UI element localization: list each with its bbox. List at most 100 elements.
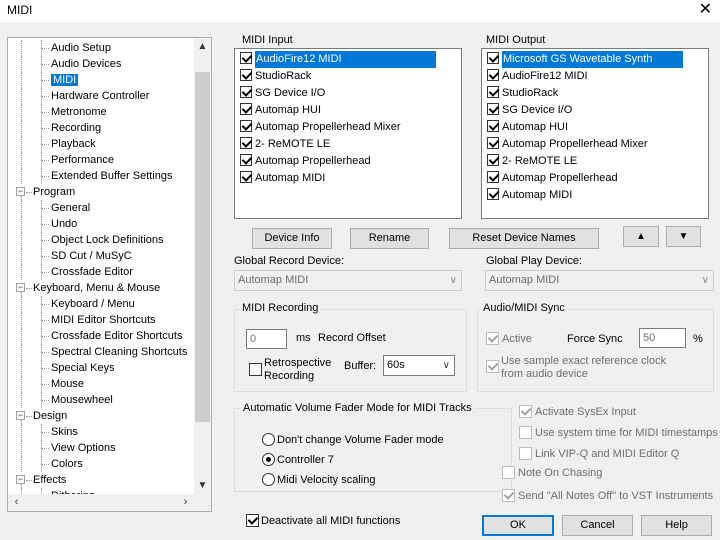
device-info-button[interactable]: Device Info — [252, 228, 332, 249]
move-down-button[interactable]: ▼ — [666, 226, 701, 247]
scroll-thumb[interactable] — [195, 72, 210, 422]
item-checkbox[interactable] — [487, 86, 499, 99]
midi-input-item[interactable]: Automap Propellerhead Mixer — [240, 119, 401, 136]
midi-input-item[interactable]: Automap HUI — [240, 102, 321, 119]
help-button[interactable]: Help — [641, 515, 712, 536]
tree-item[interactable]: Design — [33, 408, 67, 424]
fader-option-controller7-radio[interactable] — [262, 453, 275, 466]
tree-item[interactable]: Effects — [33, 472, 66, 488]
fader-option-no-change-radio[interactable] — [262, 433, 275, 446]
settings-tree[interactable]: Audio Setup Audio Devices MIDI Hardware Con… — [7, 37, 212, 512]
midi-output-item[interactable]: Automap Propellerhead Mixer — [487, 136, 648, 153]
tree-item[interactable]: Colors — [51, 456, 83, 472]
midi-input-item[interactable]: 2- ReMOTE LE — [240, 136, 330, 153]
active-checkbox[interactable] — [486, 332, 499, 345]
midi-output-list[interactable]: Microsoft GS Wavetable Synth AudioFire12 … — [481, 48, 709, 219]
cancel-button[interactable]: Cancel — [562, 515, 633, 536]
tree-item[interactable]: MIDI — [51, 72, 79, 88]
move-up-button[interactable]: ▲ — [623, 226, 659, 247]
record-offset-input[interactable]: 0 — [246, 329, 287, 349]
item-checkbox[interactable] — [240, 52, 252, 65]
tree-item[interactable]: Mousewheel — [51, 392, 113, 408]
midi-input-item[interactable]: Automap MIDI — [240, 170, 325, 187]
tree-item[interactable]: Audio Devices — [51, 56, 121, 72]
item-checkbox[interactable] — [487, 120, 499, 133]
tree-item[interactable]: Program — [33, 184, 75, 200]
reset-device-names-button[interactable]: Reset Device Names — [449, 228, 599, 249]
link-vip-checkbox[interactable] — [519, 447, 532, 460]
rename-button[interactable]: Rename — [350, 228, 429, 249]
tree-item[interactable]: Mouse — [51, 376, 84, 392]
scroll-up-icon[interactable]: ▲ — [194, 38, 211, 55]
midi-output-item[interactable]: SG Device I/O — [487, 102, 572, 119]
fader-option-velocity-radio[interactable] — [262, 473, 275, 486]
all-notes-off-checkbox[interactable] — [502, 489, 515, 502]
item-checkbox[interactable] — [240, 154, 252, 167]
tree-item[interactable]: Keyboard / Menu — [51, 296, 135, 312]
scroll-right-icon[interactable]: › — [177, 494, 194, 511]
tree-item[interactable]: Crossfade Editor Shortcuts — [51, 328, 182, 344]
tree-item[interactable]: Audio Setup — [51, 40, 111, 56]
collapse-icon[interactable]: − — [16, 187, 25, 196]
tree-item[interactable]: Performance — [51, 152, 114, 168]
item-checkbox[interactable] — [487, 69, 499, 82]
tree-item[interactable]: Extended Buffer Settings — [51, 168, 173, 184]
tree-item[interactable]: Undo — [51, 216, 77, 232]
midi-input-item[interactable]: AudioFire12 MIDI — [240, 51, 436, 68]
tree-horizontal-scrollbar[interactable]: ‹ › — [8, 494, 194, 511]
retrospective-recording-checkbox[interactable] — [249, 363, 262, 376]
item-checkbox[interactable] — [240, 171, 252, 184]
item-checkbox[interactable] — [487, 188, 499, 201]
midi-input-item[interactable]: StudioRack — [240, 68, 311, 85]
midi-output-item[interactable]: StudioRack — [487, 85, 558, 102]
buffer-select[interactable]: 60s ∨ — [383, 355, 455, 376]
system-time-checkbox[interactable] — [519, 426, 532, 439]
tree-vertical-scrollbar[interactable]: ▲ ▼ — [194, 38, 211, 494]
global-record-select[interactable]: Automap MIDI ∨ — [234, 270, 462, 291]
item-checkbox[interactable] — [240, 137, 252, 150]
scroll-left-icon[interactable]: ‹ — [8, 494, 25, 511]
tree-item[interactable]: Playback — [51, 136, 96, 152]
sysex-checkbox[interactable] — [519, 405, 532, 418]
tree-item[interactable]: Spectral Cleaning Shortcuts — [51, 344, 187, 360]
item-checkbox[interactable] — [487, 52, 499, 65]
item-checkbox[interactable] — [487, 154, 499, 167]
midi-input-item[interactable]: SG Device I/O — [240, 85, 325, 102]
midi-input-list[interactable]: AudioFire12 MIDI StudioRack SG Device I/O A… — [234, 48, 462, 219]
midi-output-item[interactable]: 2- ReMOTE LE — [487, 153, 577, 170]
item-checkbox[interactable] — [240, 120, 252, 133]
tree-item[interactable]: Keyboard, Menu & Mouse — [33, 280, 160, 296]
deactivate-midi-checkbox[interactable] — [246, 514, 259, 527]
tree-item[interactable]: Object Lock Definitions — [51, 232, 164, 248]
note-chasing-checkbox[interactable] — [502, 466, 515, 479]
tree-item[interactable]: Skins — [51, 424, 78, 440]
midi-output-item[interactable]: Automap Propellerhead — [487, 170, 618, 187]
tree-item[interactable]: Metronome — [51, 104, 107, 120]
global-play-select[interactable]: Automap MIDI ∨ — [485, 270, 714, 291]
collapse-icon[interactable]: − — [16, 283, 25, 292]
tree-item[interactable]: General — [51, 200, 90, 216]
tree-item[interactable]: Special Keys — [51, 360, 115, 376]
scroll-down-icon[interactable]: ▼ — [194, 477, 211, 494]
tree-item[interactable]: Hardware Controller — [51, 88, 149, 104]
midi-output-item[interactable]: Automap HUI — [487, 119, 568, 136]
tree-item[interactable]: SD Cut / MuSyC — [51, 248, 132, 264]
item-checkbox[interactable] — [240, 103, 252, 116]
collapse-icon[interactable]: − — [16, 475, 25, 484]
collapse-icon[interactable]: − — [16, 411, 25, 420]
ok-button[interactable]: OK — [482, 515, 554, 536]
tree-item[interactable]: Recording — [51, 120, 101, 136]
midi-output-item[interactable]: Microsoft GS Wavetable Synth — [487, 51, 683, 68]
item-checkbox[interactable] — [487, 103, 499, 116]
tree-item[interactable]: Crossfade Editor — [51, 264, 133, 280]
midi-output-item[interactable]: AudioFire12 MIDI — [487, 68, 588, 85]
close-icon[interactable]: ✕ — [699, 0, 712, 20]
tree-item[interactable]: View Options — [51, 440, 116, 456]
item-checkbox[interactable] — [487, 137, 499, 150]
midi-input-item[interactable]: Automap Propellerhead — [240, 153, 371, 170]
force-sync-input[interactable]: 50 — [639, 328, 686, 348]
midi-output-item[interactable]: Automap MIDI — [487, 187, 572, 204]
sample-exact-checkbox[interactable] — [486, 360, 499, 373]
item-checkbox[interactable] — [240, 69, 252, 82]
item-checkbox[interactable] — [240, 86, 252, 99]
